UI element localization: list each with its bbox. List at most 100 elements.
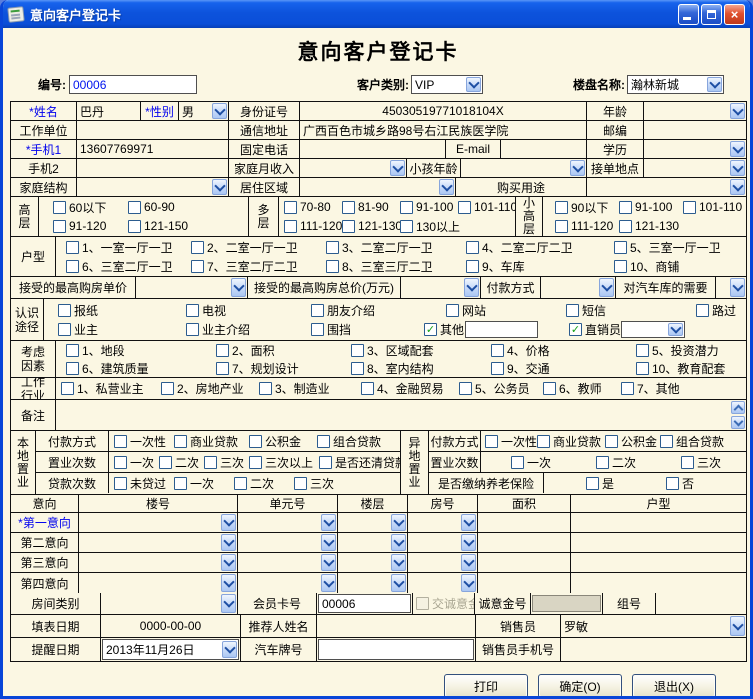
- checkbox[interactable]: [128, 201, 141, 214]
- checkbox-option[interactable]: 商业贷款: [537, 433, 605, 450]
- checkbox-option[interactable]: 5、公务员: [459, 380, 543, 397]
- checkbox-option[interactable]: 91-120: [53, 219, 128, 233]
- checkbox[interactable]: [400, 220, 413, 233]
- car-plate-input[interactable]: [318, 639, 474, 660]
- checkbox-option[interactable]: 4、金融贸易: [361, 380, 459, 397]
- chevron-down-icon[interactable]: [231, 278, 246, 297]
- checkbox-option[interactable]: 二次: [234, 475, 294, 492]
- checkbox-option[interactable]: 围挡: [311, 321, 424, 338]
- chevron-down-icon[interactable]: [390, 160, 405, 176]
- checkbox-option[interactable]: 否: [666, 475, 746, 492]
- checkbox[interactable]: [216, 344, 229, 357]
- checkbox-option[interactable]: 2、面积: [216, 342, 351, 359]
- intent-room-select[interactable]: [408, 573, 478, 593]
- group-no-field[interactable]: [656, 593, 746, 614]
- checkbox-option[interactable]: 1、地段: [66, 342, 216, 359]
- checkbox-option[interactable]: 60以下: [53, 199, 128, 216]
- checkbox[interactable]: [311, 304, 324, 317]
- scroll-down-icon[interactable]: [731, 416, 745, 429]
- intent-unit-select[interactable]: [238, 573, 338, 593]
- checkbox-option[interactable]: 9、车库: [466, 258, 614, 275]
- checkbox-option[interactable]: 三次: [294, 475, 354, 492]
- earnest-checkbox[interactable]: [416, 597, 429, 610]
- checkbox[interactable]: [555, 220, 568, 233]
- intent-room-select[interactable]: [408, 533, 478, 552]
- landline-field[interactable]: [300, 140, 446, 158]
- mobile1-field[interactable]: 13607769971: [77, 140, 229, 158]
- checkbox[interactable]: [114, 435, 127, 448]
- intent-building-select[interactable]: [79, 533, 238, 552]
- checkbox[interactable]: [53, 201, 66, 214]
- chevron-down-icon[interactable]: [221, 574, 236, 592]
- checkbox-option[interactable]: 三次以上: [249, 454, 319, 471]
- family-income-select[interactable]: [300, 159, 407, 177]
- id-number-field[interactable]: 45030519771018104X: [300, 102, 587, 120]
- checkbox-option[interactable]: 是: [586, 475, 666, 492]
- checkbox[interactable]: [636, 344, 649, 357]
- checkbox[interactable]: [317, 435, 330, 448]
- postcode-field[interactable]: [644, 121, 746, 139]
- chevron-down-icon[interactable]: [439, 179, 454, 195]
- checkbox[interactable]: [191, 260, 204, 273]
- chevron-down-icon[interactable]: [221, 514, 236, 531]
- checkbox-option[interactable]: 一次: [174, 475, 234, 492]
- checkbox[interactable]: [666, 477, 679, 490]
- chevron-down-icon[interactable]: [464, 278, 479, 297]
- checkbox[interactable]: [174, 435, 187, 448]
- room-type-select[interactable]: [101, 593, 238, 614]
- checkbox[interactable]: [537, 435, 550, 448]
- print-button[interactable]: 打印: [444, 674, 528, 698]
- checkbox[interactable]: [555, 201, 568, 214]
- age-select[interactable]: [644, 102, 746, 120]
- intent-room-select[interactable]: [408, 553, 478, 572]
- checkbox-option[interactable]: 101-110: [683, 200, 746, 214]
- checkbox-option[interactable]: 8、三室三厅二卫: [326, 258, 466, 275]
- checkbox-option[interactable]: 未贷过: [114, 475, 174, 492]
- checkbox-option[interactable]: 7、三室二厅二卫: [191, 258, 326, 275]
- chevron-down-icon[interactable]: [221, 554, 236, 571]
- checkbox[interactable]: [361, 382, 374, 395]
- checkbox-option[interactable]: 121-130: [342, 219, 400, 233]
- checkbox-option[interactable]: 130以上: [400, 218, 458, 235]
- checkbox[interactable]: [294, 477, 307, 490]
- checkbox[interactable]: [596, 456, 609, 469]
- purchase-purpose-select[interactable]: [587, 178, 746, 196]
- checkbox[interactable]: ✓: [569, 323, 582, 336]
- checkbox[interactable]: [128, 220, 141, 233]
- checkbox-option[interactable]: 7、其他: [621, 380, 680, 397]
- checkbox-option[interactable]: 9、交通: [491, 360, 636, 377]
- checkbox[interactable]: [446, 304, 459, 317]
- chevron-down-icon[interactable]: [730, 616, 745, 636]
- checkbox-option[interactable]: 三次: [204, 454, 249, 471]
- checkbox-option[interactable]: 60-90: [128, 200, 203, 214]
- checkbox[interactable]: [683, 201, 696, 214]
- checkbox-option[interactable]: 10、教育配套: [636, 360, 725, 377]
- chevron-down-icon[interactable]: [222, 641, 237, 658]
- checkbox-option[interactable]: 6、教师: [543, 380, 621, 397]
- checkbox-option[interactable]: 10、商铺: [614, 258, 679, 275]
- checkbox[interactable]: [400, 201, 413, 214]
- checkbox-option[interactable]: 一次: [114, 454, 159, 471]
- checkbox[interactable]: [161, 382, 174, 395]
- checkbox[interactable]: [614, 260, 627, 273]
- member-card-input[interactable]: 00006: [318, 594, 411, 613]
- scroll-up-icon[interactable]: [731, 401, 745, 414]
- checkbox-option[interactable]: 4、价格: [491, 342, 636, 359]
- checkbox[interactable]: [586, 477, 599, 490]
- checkbox[interactable]: [259, 382, 272, 395]
- checkbox[interactable]: [459, 382, 472, 395]
- checkbox-option[interactable]: 4、二室二厅二卫: [466, 239, 614, 256]
- checkbox[interactable]: [284, 220, 297, 233]
- checkbox-option[interactable]: 8、室内结构: [351, 360, 491, 377]
- checkbox[interactable]: [636, 362, 649, 375]
- intent-floor-select[interactable]: [338, 553, 408, 572]
- checkbox[interactable]: [53, 220, 66, 233]
- checkbox[interactable]: [491, 362, 504, 375]
- checkbox[interactable]: [114, 477, 127, 490]
- chevron-down-icon[interactable]: [461, 574, 476, 592]
- checkbox[interactable]: [311, 323, 324, 336]
- checkbox-option[interactable]: 一次: [511, 454, 596, 471]
- checkbox-option[interactable]: 81-90: [342, 200, 400, 214]
- chevron-down-icon[interactable]: [730, 179, 745, 195]
- garage-need-select[interactable]: [716, 277, 746, 298]
